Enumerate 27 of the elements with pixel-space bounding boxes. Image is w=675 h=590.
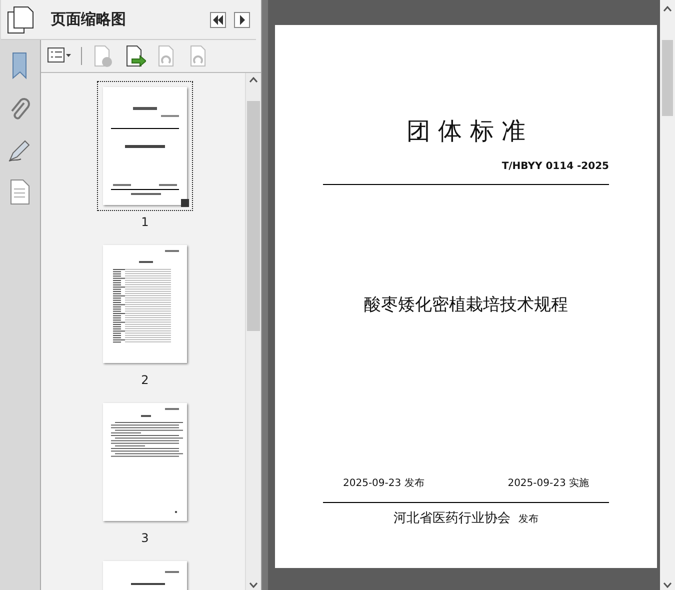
triangle-right-icon bbox=[238, 14, 246, 24]
document-icon[interactable] bbox=[10, 179, 30, 205]
thumbnail-frame[interactable] bbox=[96, 81, 193, 211]
pages-icon[interactable] bbox=[6, 6, 35, 34]
page-number: 3 bbox=[141, 531, 149, 545]
issue-date: 2025-09-23 发布 bbox=[343, 477, 424, 490]
resize-handle[interactable] bbox=[180, 199, 189, 207]
collapse-button[interactable] bbox=[210, 12, 226, 28]
page-number: 2 bbox=[141, 373, 149, 387]
standard-code: T/HBYY 0114 -2025 bbox=[502, 161, 609, 172]
panel-title: 页面缩略图 bbox=[50, 10, 127, 29]
page-insert-icon[interactable] bbox=[124, 45, 146, 67]
page-number: 1 bbox=[141, 215, 149, 229]
scroll-down-icon[interactable] bbox=[249, 582, 258, 588]
document-heading: 团 体 标 准 bbox=[406, 116, 526, 147]
scroll-up-icon[interactable] bbox=[663, 6, 672, 12]
scroll-down-icon[interactable] bbox=[663, 582, 672, 588]
expand-button[interactable] bbox=[234, 12, 250, 28]
scroll-up-icon[interactable] bbox=[249, 77, 258, 83]
pen-icon[interactable] bbox=[8, 140, 32, 162]
double-triangle-left-icon bbox=[212, 14, 224, 24]
scrollbar-thumb[interactable] bbox=[247, 101, 260, 331]
publisher-name: 河北省医药行业协会 bbox=[394, 510, 510, 527]
scrollbar-thumb[interactable] bbox=[662, 40, 673, 116]
effective-date: 2025-09-23 实施 bbox=[508, 476, 589, 490]
publisher-suffix: 发布 bbox=[518, 513, 538, 526]
document-title: 酸枣矮化密植栽培技术规程 bbox=[364, 294, 568, 316]
